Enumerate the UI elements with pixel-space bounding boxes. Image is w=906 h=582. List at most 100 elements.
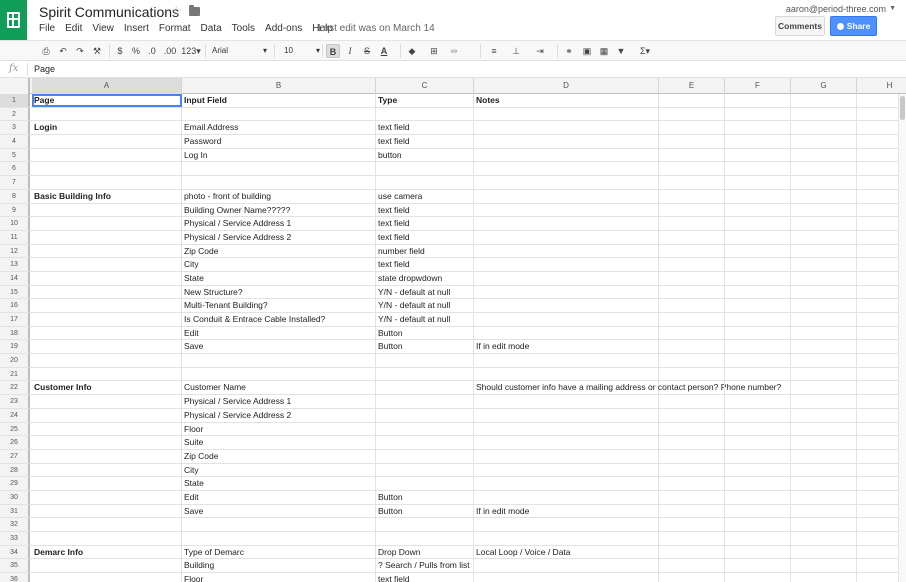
borders-icon[interactable]: ⊞ <box>427 44 441 58</box>
cell[interactable] <box>474 408 659 422</box>
percent-button[interactable]: % <box>131 44 141 58</box>
cell[interactable] <box>791 340 857 354</box>
cell[interactable] <box>474 217 659 230</box>
cell[interactable]: Is Conduit & Entrace Cable Installed? <box>182 313 376 326</box>
cell[interactable] <box>376 162 474 176</box>
cell[interactable] <box>659 135 725 148</box>
cell[interactable] <box>791 203 857 217</box>
row-number[interactable]: 10 <box>0 217 30 230</box>
cell[interactable] <box>725 203 791 217</box>
cell[interactable] <box>376 395 474 408</box>
cell[interactable]: Building <box>182 559 376 573</box>
cell[interactable] <box>659 176 725 189</box>
cell[interactable] <box>791 313 857 326</box>
cell[interactable] <box>791 230 857 244</box>
cell[interactable] <box>725 408 791 422</box>
row-number[interactable]: 21 <box>0 367 30 381</box>
cell[interactable]: text field <box>376 573 474 582</box>
cell[interactable]: Should customer info have a mailing addr… <box>474 381 781 395</box>
cell[interactable]: text field <box>376 203 474 217</box>
cell[interactable] <box>725 176 791 189</box>
cell[interactable] <box>32 299 182 312</box>
cell[interactable] <box>659 326 725 340</box>
cell[interactable] <box>376 422 474 436</box>
cell[interactable] <box>659 340 725 354</box>
cell[interactable]: Physical / Service Address 1 <box>182 395 376 408</box>
cell[interactable] <box>725 230 791 244</box>
cell[interactable] <box>725 121 791 135</box>
cell[interactable] <box>725 162 791 176</box>
insert-comment-icon[interactable]: ▣ <box>581 44 593 58</box>
cell[interactable]: State <box>182 271 376 285</box>
cell[interactable]: Y/N - default at null <box>376 299 474 312</box>
row-number[interactable]: 13 <box>0 258 30 271</box>
cell[interactable] <box>182 162 376 176</box>
cell[interactable]: Zip Code <box>182 244 376 258</box>
row-number[interactable]: 20 <box>0 354 30 367</box>
cell[interactable] <box>791 477 857 490</box>
cell[interactable] <box>32 271 182 285</box>
cell[interactable]: Button <box>376 504 474 518</box>
cell[interactable] <box>659 545 725 559</box>
row-number[interactable]: 4 <box>0 135 30 148</box>
cell[interactable] <box>376 532 474 545</box>
cell[interactable] <box>474 313 659 326</box>
cell[interactable]: Email Address <box>182 121 376 135</box>
cell[interactable] <box>376 408 474 422</box>
cell[interactable] <box>182 354 376 367</box>
cell[interactable] <box>659 217 725 230</box>
cell[interactable]: Physical / Service Address 1 <box>182 217 376 230</box>
menu-view[interactable]: View <box>92 23 114 34</box>
cell[interactable]: Button <box>376 340 474 354</box>
menu-data[interactable]: Data <box>201 23 222 34</box>
cell[interactable]: use camera <box>376 189 474 203</box>
cell[interactable] <box>725 422 791 436</box>
cell[interactable]: Y/N - default at null <box>376 285 474 299</box>
cell[interactable] <box>659 436 725 449</box>
cell[interactable] <box>474 203 659 217</box>
cell[interactable] <box>32 217 182 230</box>
row-number[interactable]: 6 <box>0 162 30 176</box>
cell[interactable] <box>474 271 659 285</box>
cell[interactable] <box>791 148 857 162</box>
cell[interactable]: Suite <box>182 436 376 449</box>
select-all-corner[interactable] <box>0 78 30 94</box>
paint-format-icon[interactable]: ⚒ <box>91 44 103 58</box>
cell[interactable] <box>32 518 182 531</box>
cell[interactable] <box>659 203 725 217</box>
column-header-d[interactable]: D <box>474 78 659 94</box>
cell[interactable] <box>791 449 857 463</box>
cell[interactable] <box>32 176 182 189</box>
cell[interactable] <box>32 504 182 518</box>
cell[interactable] <box>32 436 182 449</box>
cell[interactable]: Y/N - default at null <box>376 313 474 326</box>
cell[interactable] <box>725 258 791 271</box>
cell[interactable] <box>791 271 857 285</box>
cell[interactable]: State <box>182 477 376 490</box>
cell[interactable] <box>474 285 659 299</box>
cell[interactable]: state dropwdown <box>376 271 474 285</box>
cell[interactable] <box>474 148 659 162</box>
cell[interactable] <box>474 162 659 176</box>
cell[interactable] <box>32 559 182 573</box>
cell[interactable] <box>791 189 857 203</box>
cell[interactable]: Notes <box>474 94 659 107</box>
row-number[interactable]: 1 <box>0 94 30 107</box>
cell[interactable] <box>725 94 791 107</box>
cell[interactable] <box>725 395 791 408</box>
cell[interactable] <box>791 121 857 135</box>
row-number[interactable]: 9 <box>0 203 30 217</box>
row-number[interactable]: 18 <box>0 326 30 340</box>
column-header-e[interactable]: E <box>659 78 725 94</box>
cell[interactable]: Save <box>182 504 376 518</box>
cell[interactable] <box>182 367 376 381</box>
cell[interactable]: Physical / Service Address 2 <box>182 230 376 244</box>
row-number[interactable]: 32 <box>0 518 30 531</box>
cell[interactable] <box>659 148 725 162</box>
undo-icon[interactable]: ↶ <box>57 44 69 58</box>
cell[interactable] <box>474 230 659 244</box>
row-number[interactable]: 2 <box>0 107 30 121</box>
cell[interactable] <box>725 135 791 148</box>
scrollbar-thumb[interactable] <box>900 96 905 120</box>
document-title[interactable]: Spirit Communications <box>39 4 179 20</box>
